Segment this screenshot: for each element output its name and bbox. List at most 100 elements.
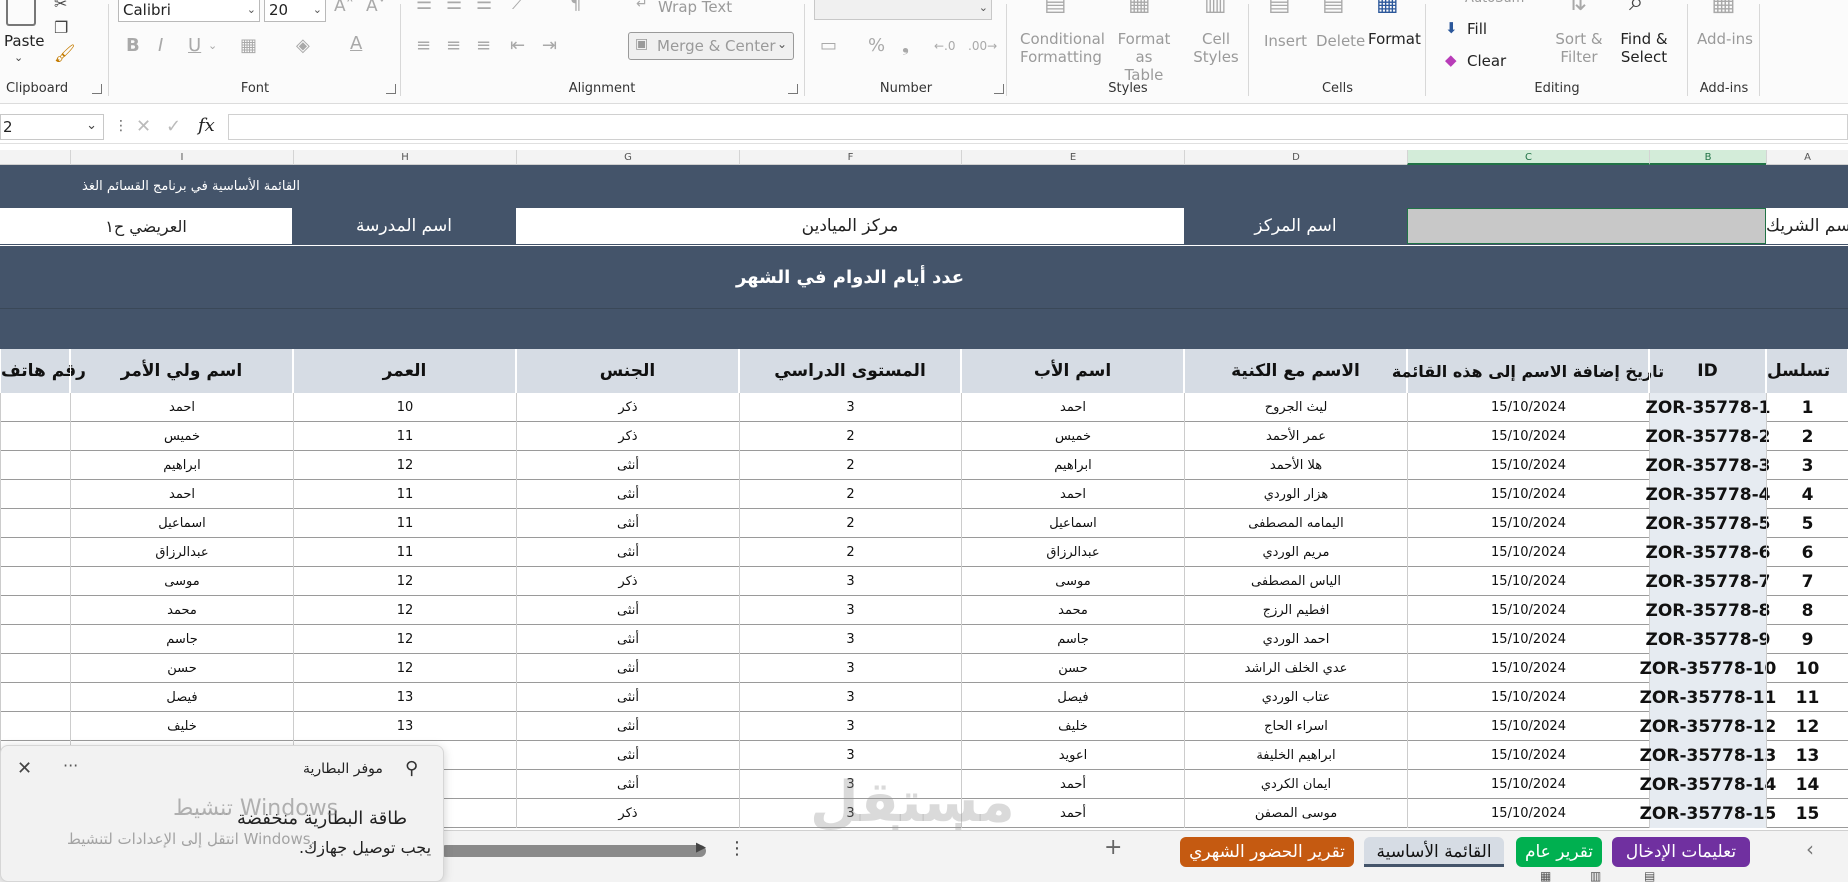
number-format-select[interactable]: ⌄ xyxy=(814,0,992,20)
percent-icon[interactable]: % xyxy=(868,36,885,56)
school-value[interactable]: العريضي ح١ xyxy=(0,208,292,244)
format-button[interactable]: Format xyxy=(1368,30,1421,48)
cell-phone[interactable] xyxy=(0,596,70,625)
cell-level[interactable]: 3 xyxy=(739,393,961,422)
header-name[interactable]: الاسم مع الكنية xyxy=(1184,349,1407,393)
insert-button[interactable]: Insert xyxy=(1264,32,1307,50)
cell-gender[interactable]: أنثى xyxy=(516,451,739,480)
cell-date[interactable]: 15/10/2024 xyxy=(1407,480,1649,509)
worksheet[interactable]: I H G F E D C B A القائمة الأساسية في بر… xyxy=(0,150,1848,830)
cell-gender[interactable]: ذكر xyxy=(516,567,739,596)
cell-id[interactable]: ZOR-35778-8 xyxy=(1646,596,1770,625)
column-header-D[interactable]: D xyxy=(1184,150,1407,165)
delete-icon[interactable]: ▤ xyxy=(1322,0,1345,14)
cell-serial[interactable]: 2 xyxy=(1766,422,1848,451)
cell-father[interactable]: محمد xyxy=(961,596,1184,625)
column-header-C[interactable]: C xyxy=(1407,150,1649,165)
cell-date[interactable]: 15/10/2024 xyxy=(1407,422,1649,451)
cell-name[interactable]: احمد الوردي xyxy=(1184,625,1407,654)
insert-icon[interactable]: ▤ xyxy=(1268,0,1291,14)
cell-level[interactable]: 3 xyxy=(739,741,961,770)
cell-styles-button[interactable]: Cell Styles xyxy=(1188,30,1244,66)
cell-age[interactable]: 13 xyxy=(293,712,516,741)
cell-id[interactable]: ZOR-35778-10 xyxy=(1640,654,1776,683)
cell-name[interactable]: عدي الخلف الراشد xyxy=(1184,654,1407,683)
cell-name[interactable]: مريم الوردي xyxy=(1184,538,1407,567)
cell-id[interactable]: ZOR-35778-9 xyxy=(1646,625,1770,654)
cell-guardian[interactable]: عبدالرزاق xyxy=(70,538,293,567)
cell-level[interactable]: 3 xyxy=(739,654,961,683)
cell-id[interactable]: ZOR-35778-5 xyxy=(1646,509,1770,538)
underline-icon[interactable]: U xyxy=(188,36,201,56)
cell-phone[interactable] xyxy=(0,712,70,741)
page-layout-icon[interactable]: ▥ xyxy=(1590,869,1601,882)
number-launcher-icon[interactable] xyxy=(994,84,1004,94)
cell-father[interactable]: حسن xyxy=(961,654,1184,683)
cell-gender[interactable]: أنثى xyxy=(516,654,739,683)
center-value[interactable]: مركز الميادين xyxy=(516,208,1184,244)
more-options-icon[interactable]: ⋮ xyxy=(728,838,746,859)
decrease-indent-icon[interactable]: ⇤ xyxy=(510,36,525,56)
cell-guardian[interactable]: فيصل xyxy=(70,683,293,712)
paste-button[interactable]: Paste xyxy=(4,32,45,50)
cell-name[interactable]: هزار الوردي xyxy=(1184,480,1407,509)
cell-serial[interactable]: 12 xyxy=(1766,712,1848,741)
cell-name[interactable]: افطيم الرزج xyxy=(1184,596,1407,625)
align-right-icon[interactable]: ≡ xyxy=(476,36,491,56)
cell-gender[interactable]: أنثى xyxy=(516,683,739,712)
cell-gender[interactable]: أنثى xyxy=(516,712,739,741)
cell-level[interactable]: 3 xyxy=(739,712,961,741)
cell-phone[interactable] xyxy=(0,567,70,596)
cell-phone[interactable] xyxy=(0,538,70,567)
header-phone[interactable]: رقم هاتف xyxy=(0,349,86,393)
cell-name[interactable]: ابراهيم الخليفة xyxy=(1184,741,1407,770)
cell-father[interactable]: ابراهيم xyxy=(961,451,1184,480)
cell-id[interactable]: ZOR-35778-7 xyxy=(1646,567,1770,596)
cell-age[interactable]: 12 xyxy=(293,451,516,480)
cut-icon[interactable]: ✂ xyxy=(54,0,67,14)
cell-date[interactable]: 15/10/2024 xyxy=(1407,567,1649,596)
cell-father[interactable]: اسماعيل xyxy=(961,509,1184,538)
header-serial[interactable]: تسلسل xyxy=(1766,349,1848,393)
clear-icon[interactable]: ◆ xyxy=(1445,50,1457,70)
sheet-title[interactable]: القائمة الأساسية في برنامج القسائم الغذ xyxy=(0,165,300,207)
fill-button[interactable]: Fill xyxy=(1467,20,1487,38)
cell-phone[interactable] xyxy=(0,509,70,538)
font-launcher-icon[interactable] xyxy=(386,84,396,94)
font-size-select[interactable]: 20 ⌄ xyxy=(264,0,326,22)
cell-gender[interactable]: أنثى xyxy=(516,625,739,654)
cell-serial[interactable]: 15 xyxy=(1766,799,1848,828)
cell-level[interactable]: 2 xyxy=(739,480,961,509)
cell-father[interactable]: خليف xyxy=(961,712,1184,741)
cell-date[interactable]: 15/10/2024 xyxy=(1407,741,1649,770)
cell-id[interactable]: ZOR-35778-3 xyxy=(1646,451,1770,480)
cell-serial[interactable]: 3 xyxy=(1766,451,1848,480)
align-center-icon[interactable]: ≡ xyxy=(446,36,461,56)
cell-gender[interactable]: ذكر xyxy=(516,422,739,451)
horizontal-scrollbar[interactable] xyxy=(440,845,706,857)
formula-input[interactable] xyxy=(228,114,1848,140)
increase-indent-icon[interactable]: ⇥ xyxy=(542,36,557,56)
cell-date[interactable]: 15/10/2024 xyxy=(1407,683,1649,712)
cell-guardian[interactable]: خليف xyxy=(70,712,293,741)
cell-phone[interactable] xyxy=(0,683,70,712)
cell-date[interactable]: 15/10/2024 xyxy=(1407,451,1649,480)
cell-level[interactable]: 3 xyxy=(739,596,961,625)
add-sheet-icon[interactable]: + xyxy=(1104,835,1122,860)
cell-name[interactable]: ليث الجروح xyxy=(1184,393,1407,422)
cell-serial[interactable]: 5 xyxy=(1766,509,1848,538)
conditional-formatting-icon[interactable]: ▤ xyxy=(1044,0,1067,14)
cell-serial[interactable]: 8 xyxy=(1766,596,1848,625)
header-age[interactable]: العمر xyxy=(293,349,516,393)
cell-date[interactable]: 15/10/2024 xyxy=(1407,799,1649,828)
cell-date[interactable]: 15/10/2024 xyxy=(1407,712,1649,741)
center-label[interactable]: اسم المركز xyxy=(1184,208,1407,244)
cell-age[interactable]: 11 xyxy=(293,509,516,538)
tab-main-list[interactable]: القائمة الأساسية xyxy=(1364,837,1504,867)
cell-father[interactable]: موسى xyxy=(961,567,1184,596)
cell-gender[interactable]: أنثى xyxy=(516,480,739,509)
cell-level[interactable]: 3 xyxy=(739,567,961,596)
format-as-table-button[interactable]: Format as Table xyxy=(1108,30,1180,84)
cell-id[interactable]: ZOR-35778-4 xyxy=(1646,480,1770,509)
font-color-icon[interactable]: A xyxy=(350,34,362,54)
